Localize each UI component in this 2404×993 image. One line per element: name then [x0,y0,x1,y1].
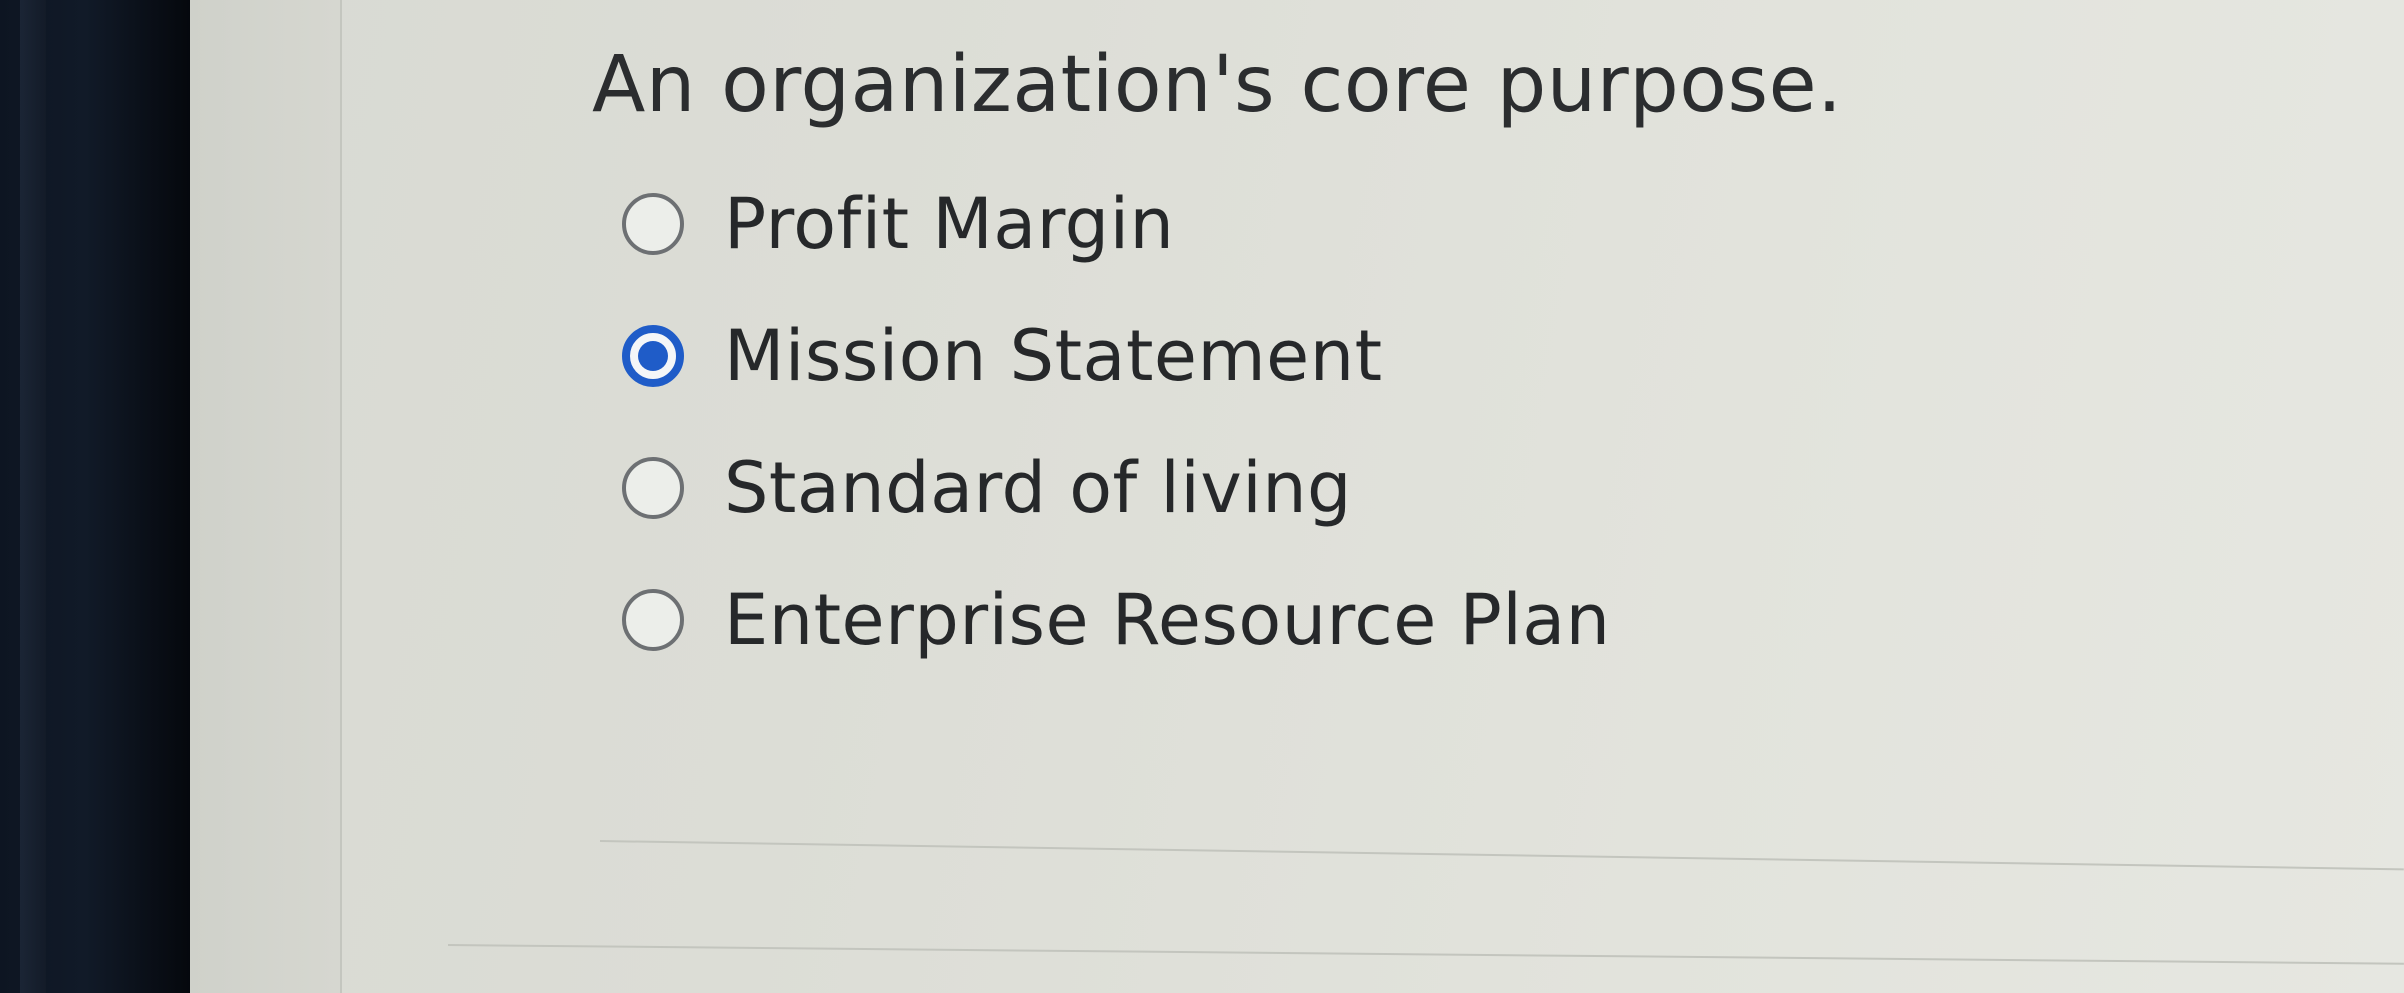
option-mission-statement[interactable]: Mission Statement [622,290,1611,422]
option-label: Mission Statement [724,315,1383,397]
question-panel: An organization's core purpose. Profit M… [340,0,2404,993]
radio-button-unchecked[interactable] [622,589,684,651]
option-enterprise-resource-plan[interactable]: Enterprise Resource Plan [622,554,1611,686]
option-profit-margin[interactable]: Profit Margin [622,158,1611,290]
option-standard-of-living[interactable]: Standard of living [622,422,1611,554]
option-label: Enterprise Resource Plan [724,579,1611,661]
option-label: Standard of living [724,447,1352,529]
radio-button-unchecked[interactable] [622,457,684,519]
left-panel [190,0,342,993]
screen: An organization's core purpose. Profit M… [0,0,2404,993]
radio-button-checked[interactable] [622,325,684,387]
monitor-bezel [0,0,190,993]
divider [599,840,2404,871]
answer-options: Profit Margin Mission Statement Standard… [622,158,1611,686]
option-label: Profit Margin [724,183,1175,265]
divider [447,944,2404,965]
radio-button-unchecked[interactable] [622,193,684,255]
bezel-edge [20,0,46,993]
question-text: An organization's core purpose. [592,40,1843,130]
